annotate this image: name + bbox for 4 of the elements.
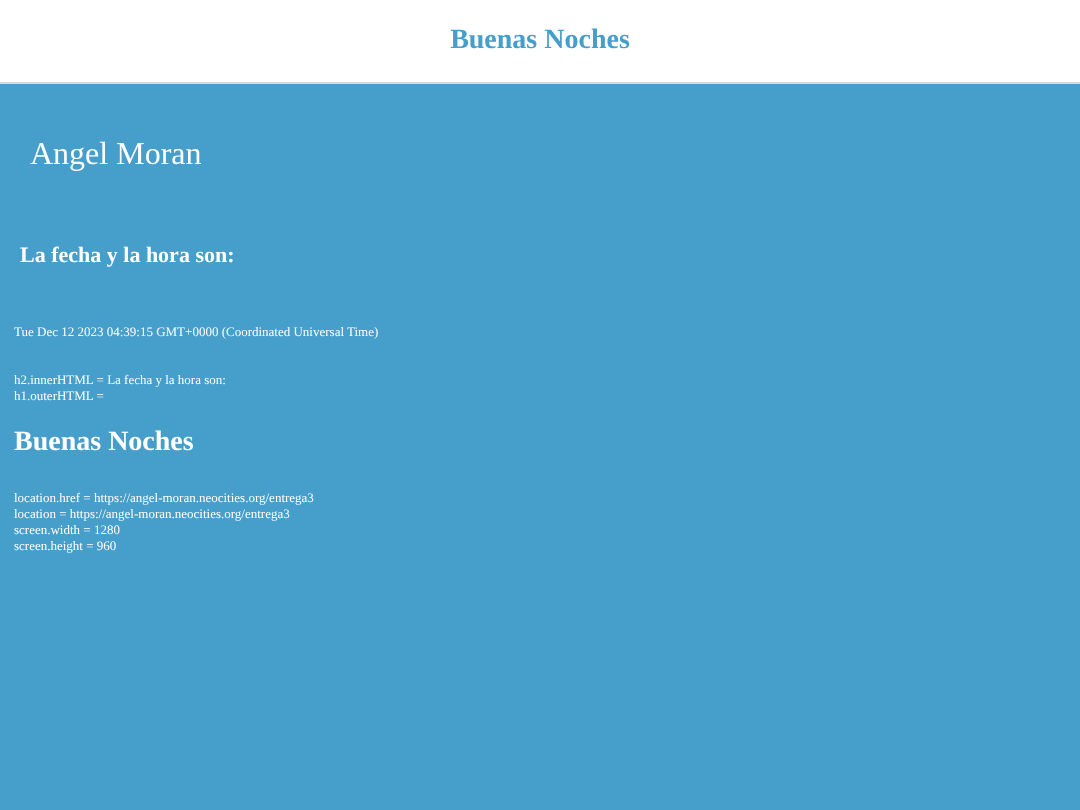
heading: Buenas Noches [14, 428, 194, 459]
subtitle: La fecha y la hora son: [20, 244, 235, 268]
author-name: Angel Moran [30, 138, 202, 172]
header-title: Buenas Noches [450, 24, 630, 60]
